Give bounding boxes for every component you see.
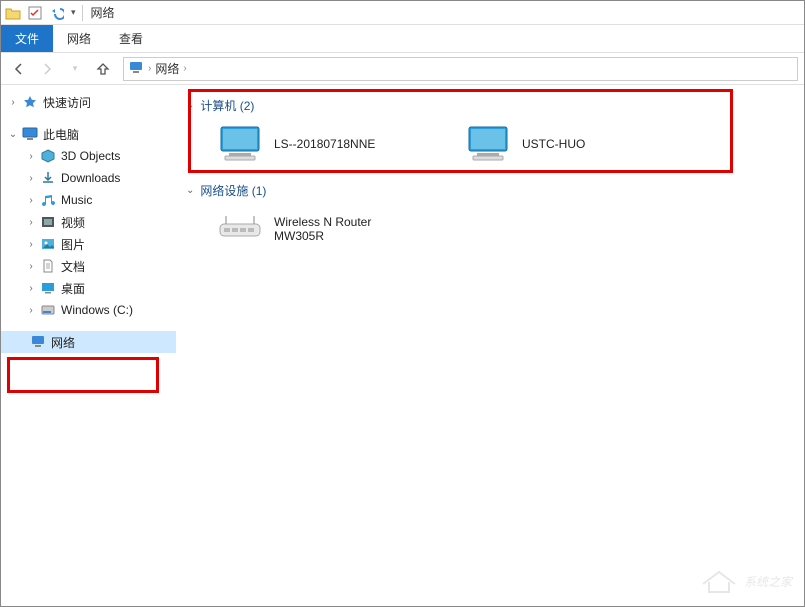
tab-view[interactable]: 查看: [105, 25, 157, 52]
chevron-right-icon[interactable]: ›: [148, 63, 151, 74]
qat-dropdown-icon[interactable]: ▾: [71, 7, 76, 18]
sidebar-item-documents[interactable]: › 文档: [1, 255, 176, 277]
cube-icon: [39, 148, 57, 164]
chevron-right-icon[interactable]: ›: [25, 239, 37, 250]
group-header-network-devices[interactable]: ⌄ 网络设施 (1): [176, 178, 804, 203]
picture-icon: [39, 236, 57, 252]
quick-access-toolbar: ▾: [5, 5, 83, 21]
device-label-line1: Wireless N Router: [274, 215, 371, 229]
chevron-right-icon[interactable]: ›: [25, 217, 37, 228]
device-label: LS--20180718NNE: [274, 137, 375, 151]
chevron-right-icon[interactable]: ›: [25, 261, 37, 272]
up-button[interactable]: [91, 57, 115, 81]
device-computer[interactable]: LS--20180718NNE: [216, 124, 436, 164]
sidebar-item-downloads[interactable]: › Downloads: [1, 167, 176, 189]
chevron-down-icon[interactable]: ⌄: [7, 129, 19, 140]
navigation-bar: ▾ › 网络 ›: [1, 53, 804, 85]
chevron-right-icon[interactable]: ›: [25, 305, 37, 316]
sidebar-item-3d-objects[interactable]: › 3D Objects: [1, 145, 176, 167]
recent-dropdown-icon[interactable]: ▾: [63, 57, 87, 81]
main-area: › 快速访问 ⌄ 此电脑 › 3D Objects › Downloads ›: [1, 85, 804, 606]
chevron-right-icon[interactable]: ›: [25, 173, 37, 184]
sidebar-item-label: 网络: [51, 334, 75, 351]
monitor-icon: [21, 126, 39, 142]
chevron-right-icon[interactable]: ›: [25, 151, 37, 162]
chevron-right-icon[interactable]: ›: [25, 283, 37, 294]
chevron-right-icon[interactable]: ›: [183, 63, 186, 74]
sidebar-item-label: 图片: [61, 236, 85, 253]
tab-network[interactable]: 网络: [53, 25, 105, 52]
download-icon: [39, 170, 57, 186]
drive-icon: [39, 302, 57, 318]
sidebar-item-label: 文档: [61, 258, 85, 275]
star-icon: [21, 94, 39, 110]
ribbon-tabs: 文件 网络 查看: [1, 25, 804, 53]
device-router[interactable]: Wireless N Router MW305R: [216, 209, 436, 249]
group-network-devices-items: Wireless N Router MW305R: [176, 203, 804, 263]
sidebar-item-desktop[interactable]: › 桌面: [1, 277, 176, 299]
tab-file[interactable]: 文件: [1, 25, 53, 52]
sidebar-item-music[interactable]: › Music: [1, 189, 176, 211]
group-computers-items: LS--20180718NNE USTC-HUO: [176, 118, 804, 178]
sidebar-item-videos[interactable]: › 视频: [1, 211, 176, 233]
group-title: 网络设施 (1): [200, 182, 266, 199]
breadcrumb-root[interactable]: 网络: [155, 60, 179, 77]
navigation-pane: › 快速访问 ⌄ 此电脑 › 3D Objects › Downloads ›: [1, 85, 176, 606]
document-icon: [39, 258, 57, 274]
music-icon: [39, 192, 57, 208]
chevron-right-icon[interactable]: ›: [7, 97, 19, 108]
window-title: 网络: [91, 4, 115, 21]
device-label: Wireless N Router MW305R: [274, 215, 371, 243]
sidebar-item-drive-c[interactable]: › Windows (C:): [1, 299, 176, 321]
router-icon: [216, 209, 264, 249]
properties-icon[interactable]: [27, 5, 43, 21]
sidebar-item-quick-access[interactable]: › 快速访问: [1, 91, 176, 113]
sidebar-item-label: Downloads: [61, 171, 120, 185]
undo-icon[interactable]: [49, 5, 65, 21]
device-computer[interactable]: USTC-HUO: [464, 124, 684, 164]
sidebar-item-network[interactable]: 网络: [1, 331, 176, 353]
computer-icon: [464, 124, 512, 164]
sidebar-item-label: 快速访问: [43, 94, 91, 111]
device-label: USTC-HUO: [522, 137, 585, 151]
sidebar-item-label: Windows (C:): [61, 303, 133, 317]
desktop-icon: [39, 280, 57, 296]
sidebar-item-pictures[interactable]: › 图片: [1, 233, 176, 255]
forward-button[interactable]: [35, 57, 59, 81]
sidebar-item-label: 视频: [61, 214, 85, 231]
device-label-line2: MW305R: [274, 229, 371, 243]
sidebar-item-this-pc[interactable]: ⌄ 此电脑: [1, 123, 176, 145]
back-button[interactable]: [7, 57, 31, 81]
group-header-computers[interactable]: ⌄ 计算机 (2): [176, 93, 804, 118]
sidebar-item-label: 桌面: [61, 280, 85, 297]
chevron-right-icon[interactable]: ›: [25, 195, 37, 206]
address-bar[interactable]: › 网络 ›: [123, 57, 798, 81]
separator: [82, 5, 83, 21]
sidebar-item-label: Music: [61, 193, 92, 207]
sidebar-item-label: 此电脑: [43, 126, 79, 143]
sidebar-item-label: 3D Objects: [61, 149, 120, 163]
title-bar: ▾ 网络: [1, 1, 804, 25]
content-pane: ⌄ 计算机 (2) LS--20180718NNE USTC-HUO ⌄ 网络设…: [176, 85, 804, 606]
folder-icon: [5, 5, 21, 21]
network-icon: [128, 61, 144, 77]
computer-icon: [216, 124, 264, 164]
chevron-down-icon: ⌄: [186, 100, 194, 111]
group-title: 计算机 (2): [200, 97, 254, 114]
film-icon: [39, 214, 57, 230]
chevron-down-icon: ⌄: [186, 185, 194, 196]
network-icon: [29, 334, 47, 350]
